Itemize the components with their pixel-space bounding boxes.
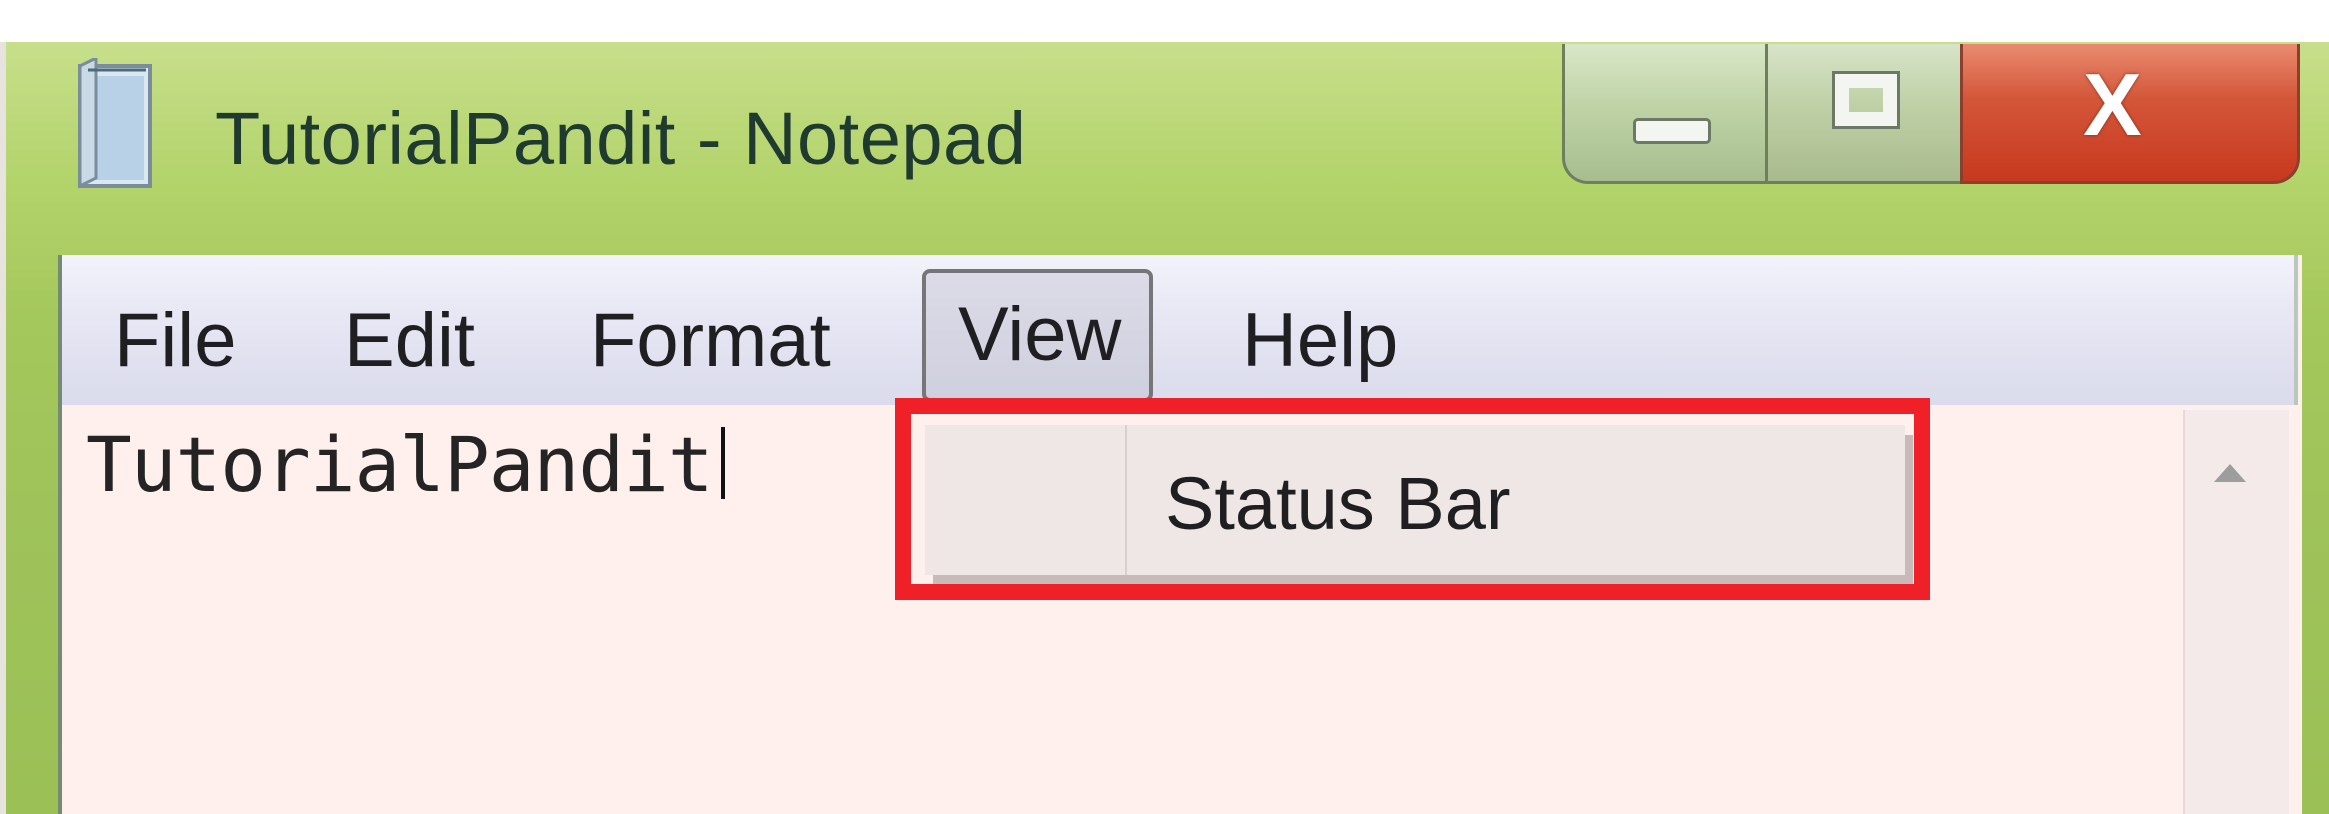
menu-format[interactable]: Format <box>590 297 831 384</box>
notepad-icon <box>78 58 152 189</box>
document-text: TutorialPandit <box>86 420 714 509</box>
close-icon: X <box>2083 55 2142 154</box>
minimize-icon <box>1633 118 1711 144</box>
text-caret <box>720 427 725 499</box>
menu-edit[interactable]: Edit <box>344 297 475 384</box>
close-button[interactable]: X <box>1960 44 2300 184</box>
window-title: TutorialPandit - Notepad <box>215 97 1027 180</box>
menu-help[interactable]: Help <box>1242 297 1398 384</box>
document-text-line[interactable]: TutorialPandit <box>86 420 725 509</box>
maximize-icon <box>1832 71 1900 129</box>
menu-bar: File Edit Format View Help <box>58 255 2298 405</box>
menu-file[interactable]: File <box>114 297 236 384</box>
minimize-button[interactable] <box>1562 44 1768 184</box>
scroll-up-arrow-icon[interactable] <box>2214 464 2246 482</box>
maximize-button[interactable] <box>1765 44 1963 184</box>
menu-view[interactable]: View <box>922 269 1154 402</box>
red-highlight-box <box>895 398 1930 600</box>
vertical-scrollbar[interactable] <box>2183 410 2289 814</box>
